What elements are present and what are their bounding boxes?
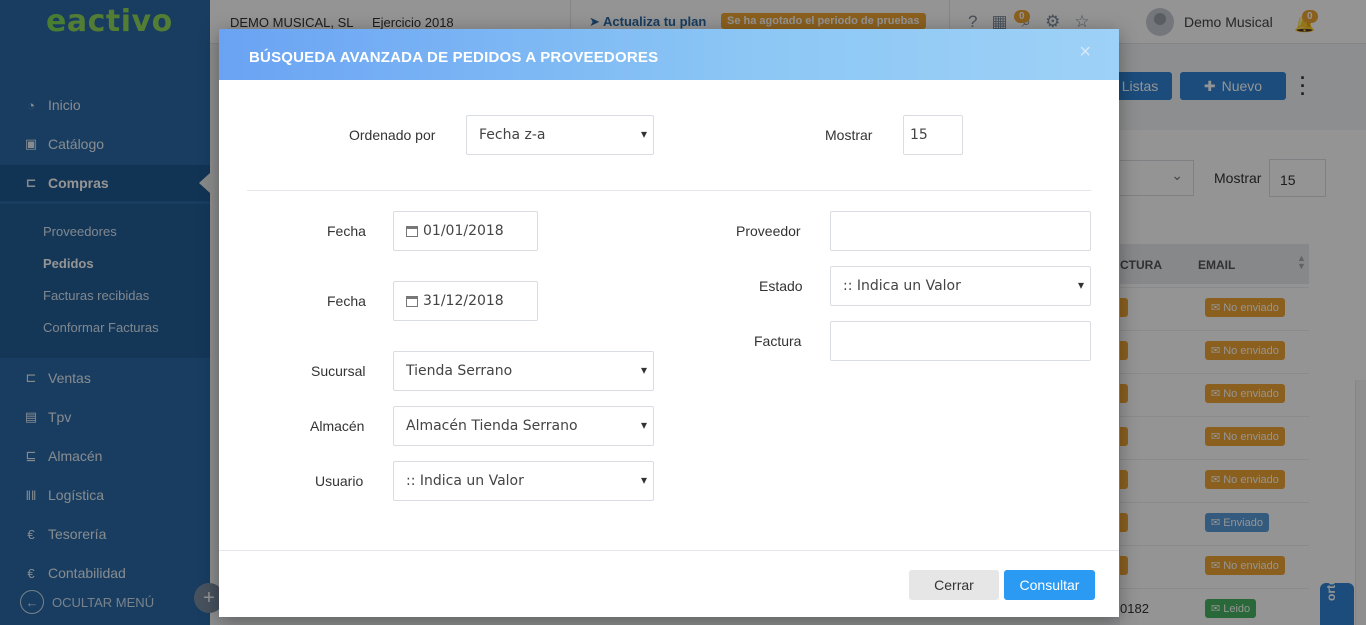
calendar-icon [406,295,418,307]
search-button[interactable]: Consultar [1004,570,1095,600]
show-label: Mostrar [825,127,873,143]
supplier-input[interactable] [830,211,1091,251]
order-by-select[interactable]: Fecha z-a [466,115,654,155]
order-by-label: Ordenado por [349,127,436,143]
warehouse-label: Almacén [310,418,365,434]
date-to-input[interactable]: 31/12/2018 [393,281,538,321]
branch-value: Tienda Serrano [406,363,513,379]
invoice-input[interactable] [830,321,1091,361]
branch-label: Sucursal [311,363,366,379]
status-label: Estado [759,278,803,294]
user-label: Usuario [315,473,364,489]
show-count-value: 15 [910,127,928,143]
user-select[interactable]: :: Indica un Valor [393,461,654,501]
date-from-value: 01/01/2018 [423,223,504,239]
dialog-header: BÚSQUEDA AVANZADA DE PEDIDOS A PROVEEDOR… [219,29,1119,80]
divider [247,190,1091,191]
user-value: :: Indica un Valor [406,473,524,489]
date-from-input[interactable]: 01/01/2018 [393,211,538,251]
show-count-input[interactable]: 15 [903,115,963,155]
supplier-label: Proveedor [736,223,801,239]
status-value: :: Indica un Valor [843,278,961,294]
dialog-footer: Cerrar Consultar [219,550,1119,617]
date-to-label: Fecha [327,293,366,309]
date-from-label: Fecha [327,223,366,239]
invoice-label: Factura [754,333,802,349]
calendar-icon [406,225,418,237]
date-to-value: 31/12/2018 [423,293,504,309]
warehouse-select[interactable]: Almacén Tienda Serrano [393,406,654,446]
dialog-title: BÚSQUEDA AVANZADA DE PEDIDOS A PROVEEDOR… [249,49,659,66]
close-button[interactable]: Cerrar [909,570,999,600]
advanced-search-dialog: BÚSQUEDA AVANZADA DE PEDIDOS A PROVEEDOR… [219,29,1119,617]
order-by-value: Fecha z-a [479,127,546,143]
branch-select[interactable]: Tienda Serrano [393,351,654,391]
status-select[interactable]: :: Indica un Valor [830,266,1091,306]
warehouse-value: Almacén Tienda Serrano [406,418,578,434]
close-icon[interactable]: × [1079,41,1091,64]
